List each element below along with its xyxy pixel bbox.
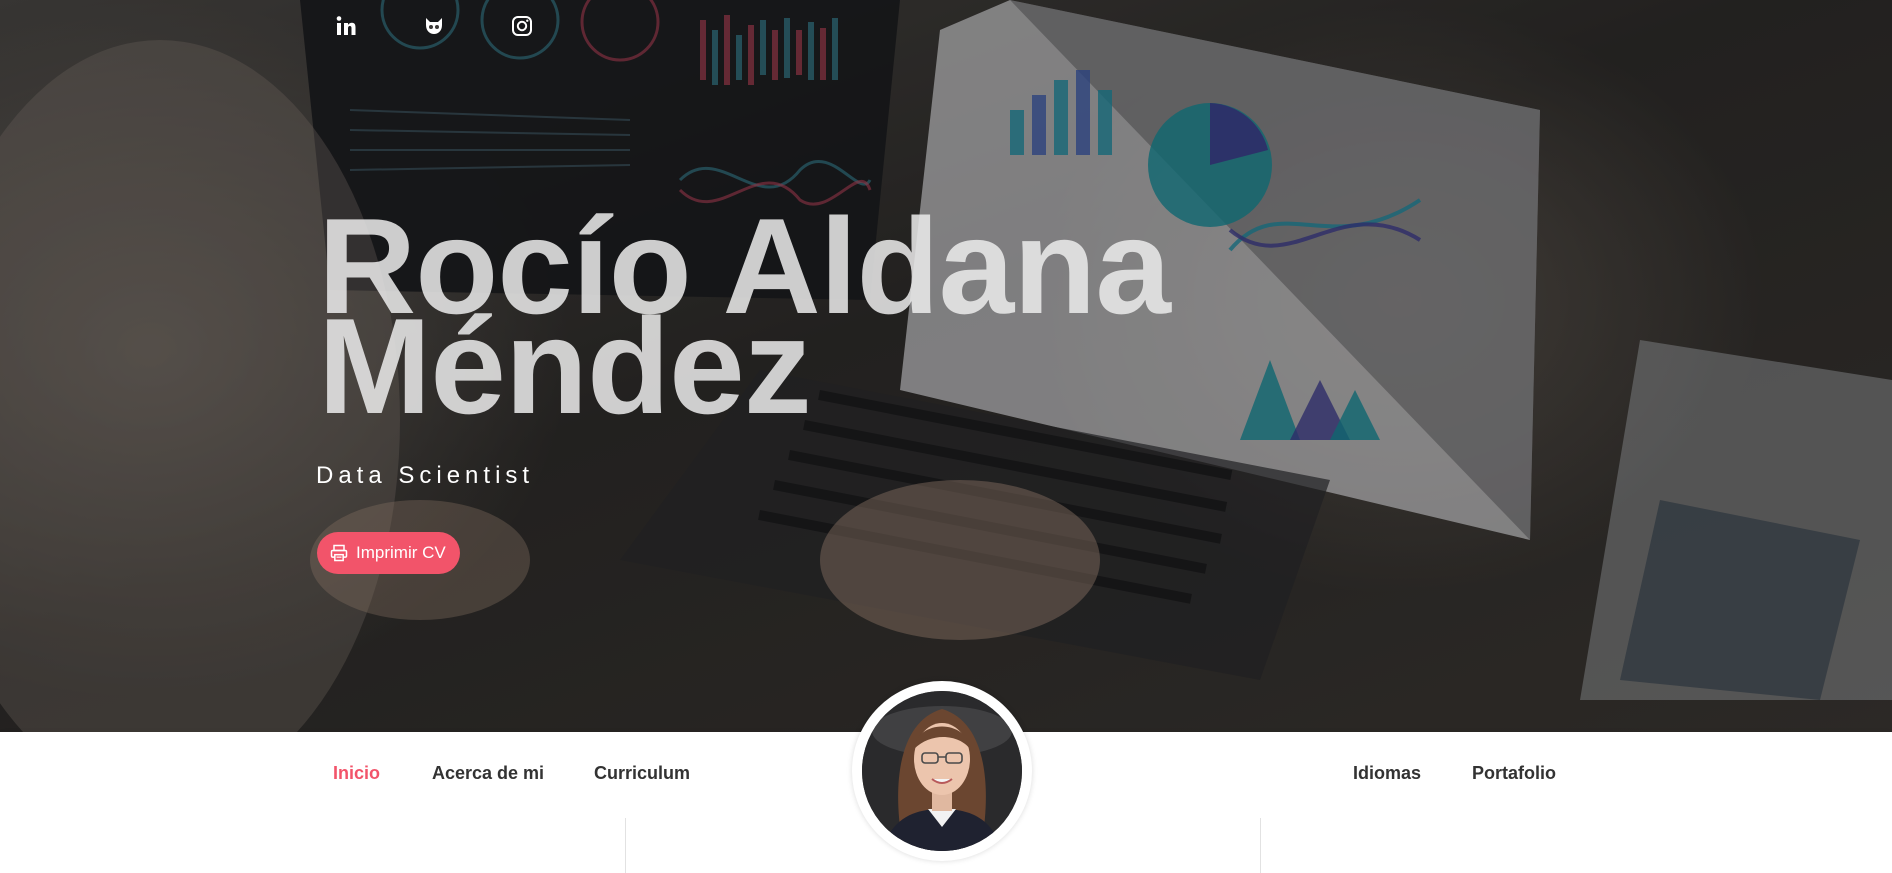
linkedin-icon	[336, 16, 356, 35]
hero-role: Data Scientist	[316, 462, 535, 489]
hero-section: Rocío Aldana Méndez Data Scientist Impri…	[0, 0, 1892, 732]
hero-name: Rocío Aldana Méndez	[318, 198, 1318, 434]
github-link[interactable]	[420, 12, 448, 40]
print-cv-label: Imprimir CV	[356, 543, 446, 562]
avatar	[862, 691, 1022, 851]
column-divider	[625, 818, 626, 873]
printer-icon	[330, 544, 348, 562]
instagram-link[interactable]	[508, 12, 536, 40]
avatar-photo	[862, 691, 1022, 851]
nav-item-curriculum[interactable]: Curriculum	[594, 763, 690, 784]
avatar-ring	[852, 681, 1032, 861]
instagram-icon	[512, 16, 532, 36]
nav-item-acerca[interactable]: Acerca de mi	[432, 763, 544, 784]
column-divider	[1260, 818, 1261, 873]
github-icon	[426, 18, 442, 34]
linkedin-link[interactable]	[332, 12, 360, 40]
print-cv-button[interactable]: Imprimir CV	[317, 532, 460, 574]
nav-item-inicio[interactable]: Inicio	[333, 763, 380, 784]
nav-item-portafolio[interactable]: Portafolio	[1472, 763, 1556, 784]
social-links	[332, 12, 536, 40]
nav-item-idiomas[interactable]: Idiomas	[1353, 763, 1421, 784]
